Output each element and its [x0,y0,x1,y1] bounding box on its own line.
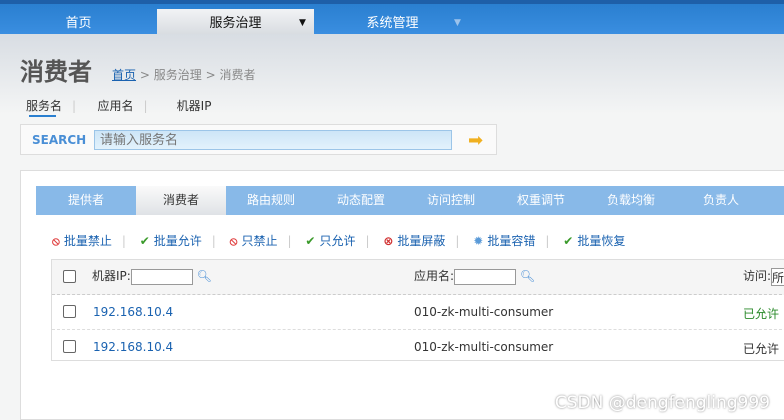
tab-dynamic-config[interactable]: 动态配置 [316,186,406,215]
crumb-current: 消费者 [219,68,256,82]
check-icon: ✔ [305,234,316,248]
arrow-right-icon[interactable]: ➡ [468,130,483,151]
table-row: 192.168.10.4 010-zk-multi-consumer 已允许 [52,295,784,330]
tab-load-balance[interactable]: 负载均衡 [586,186,676,215]
tab-providers[interactable]: 提供者 [36,186,136,215]
row-checkbox[interactable] [63,305,76,318]
access-filter-label: 访问: [743,269,772,283]
search-bar: SEARCH ➡ [20,124,497,155]
watermark: CSDN @dengfengling999 [554,393,770,413]
batch-allow-button[interactable]: 批量允许 [154,234,202,248]
batch-forbid-button[interactable]: 批量禁止 [64,234,112,248]
crumb-sep: > [139,68,150,82]
row-checkbox[interactable] [63,340,76,353]
only-forbid-button[interactable]: 只禁止 [242,234,278,248]
search-tab-app[interactable]: 应用名 [98,99,134,113]
search-tab-ip[interactable]: 机器IP [177,99,212,113]
app-filter-label: 应用名: [414,269,455,283]
check-icon: ✔ [563,234,574,248]
consumer-table: 机器IP: 🔍︎ 应用名: 🔍︎ 访问:所 192.168.10.4 010-z… [51,259,784,361]
search-tab-service[interactable]: 服务名 [26,99,62,113]
search-icon[interactable]: 🔍︎ [197,269,212,283]
tab-access-control[interactable]: 访问控制 [406,186,496,215]
tab-routes[interactable]: 路由规则 [226,186,316,215]
search-type-tabs: 服务名 | 应用名 | 机器IP [26,97,221,114]
active-tab-underline [29,115,56,117]
nav-label: 服务治理 [209,16,262,31]
breadcrumb: 首页 > 服务治理 > 消费者 [112,66,255,83]
app-name: 010-zk-multi-consumer [414,340,554,354]
table-row: 192.168.10.4 010-zk-multi-consumer 已允许 [52,330,784,365]
gear-icon: ✹ [473,234,484,248]
app-name: 010-zk-multi-consumer [414,305,554,319]
app-filter: 应用名: 🔍︎ [414,267,535,285]
batch-restore-button[interactable]: 批量恢复 [577,234,625,248]
tab-owners[interactable]: 负责人 [676,186,766,215]
status-badge: 已允许 [743,307,780,321]
table-header: 机器IP: 🔍︎ 应用名: 🔍︎ 访问:所 [52,260,784,295]
top-nav: 首页 服务治理 ▼ 系统管理 ▼ [0,0,784,38]
forbid-icon: ⦸ [229,234,238,248]
close-circle-icon: ⊗ [383,234,394,248]
access-filter: 访问:所 [743,267,784,286]
app-filter-input[interactable] [454,268,517,285]
check-icon: ✔ [139,234,150,248]
ip-filter-input[interactable] [130,268,193,285]
batch-tolerance-button[interactable]: 批量容错 [487,234,535,248]
crumb-section: 服务治理 [153,68,202,82]
divider: | [72,99,77,113]
ip-link[interactable]: 192.168.10.4 [93,305,173,319]
tab-bar: 提供者 消费者 路由规则 动态配置 访问控制 权重调节 负载均衡 负责人 [36,186,784,215]
nav-label: 系统管理 [366,16,419,31]
only-allow-button[interactable]: 只允许 [319,234,355,248]
ip-link[interactable]: 192.168.10.4 [93,340,173,354]
ip-filter: 机器IP: 🔍︎ [92,267,212,285]
crumb-sep: > [205,68,216,82]
tab-consumers[interactable]: 消费者 [136,186,226,215]
action-bar: ⦸ 批量禁止 | ✔ 批量允许 | ⦸ 只禁止 | ✔ 只允许 | ⊗ 批量屏蔽 | ✹ 批量容错 | … [52,234,626,248]
breadcrumb-home[interactable]: 首页 [112,68,136,82]
divider: | [143,99,148,113]
page-title: 消费者 [20,58,92,86]
select-all-checkbox[interactable] [63,270,76,283]
ip-filter-label: 机器IP: [92,269,131,283]
tab-weights[interactable]: 权重调节 [496,186,586,215]
search-icon[interactable]: 🔍︎ [520,269,535,283]
status-badge: 已允许 [743,342,780,356]
access-filter-select[interactable]: 所 [771,267,784,286]
batch-mask-button[interactable]: 批量屏蔽 [397,234,445,248]
search-input[interactable] [94,130,452,150]
search-label: SEARCH [32,133,87,147]
forbid-icon: ⦸ [52,234,60,248]
